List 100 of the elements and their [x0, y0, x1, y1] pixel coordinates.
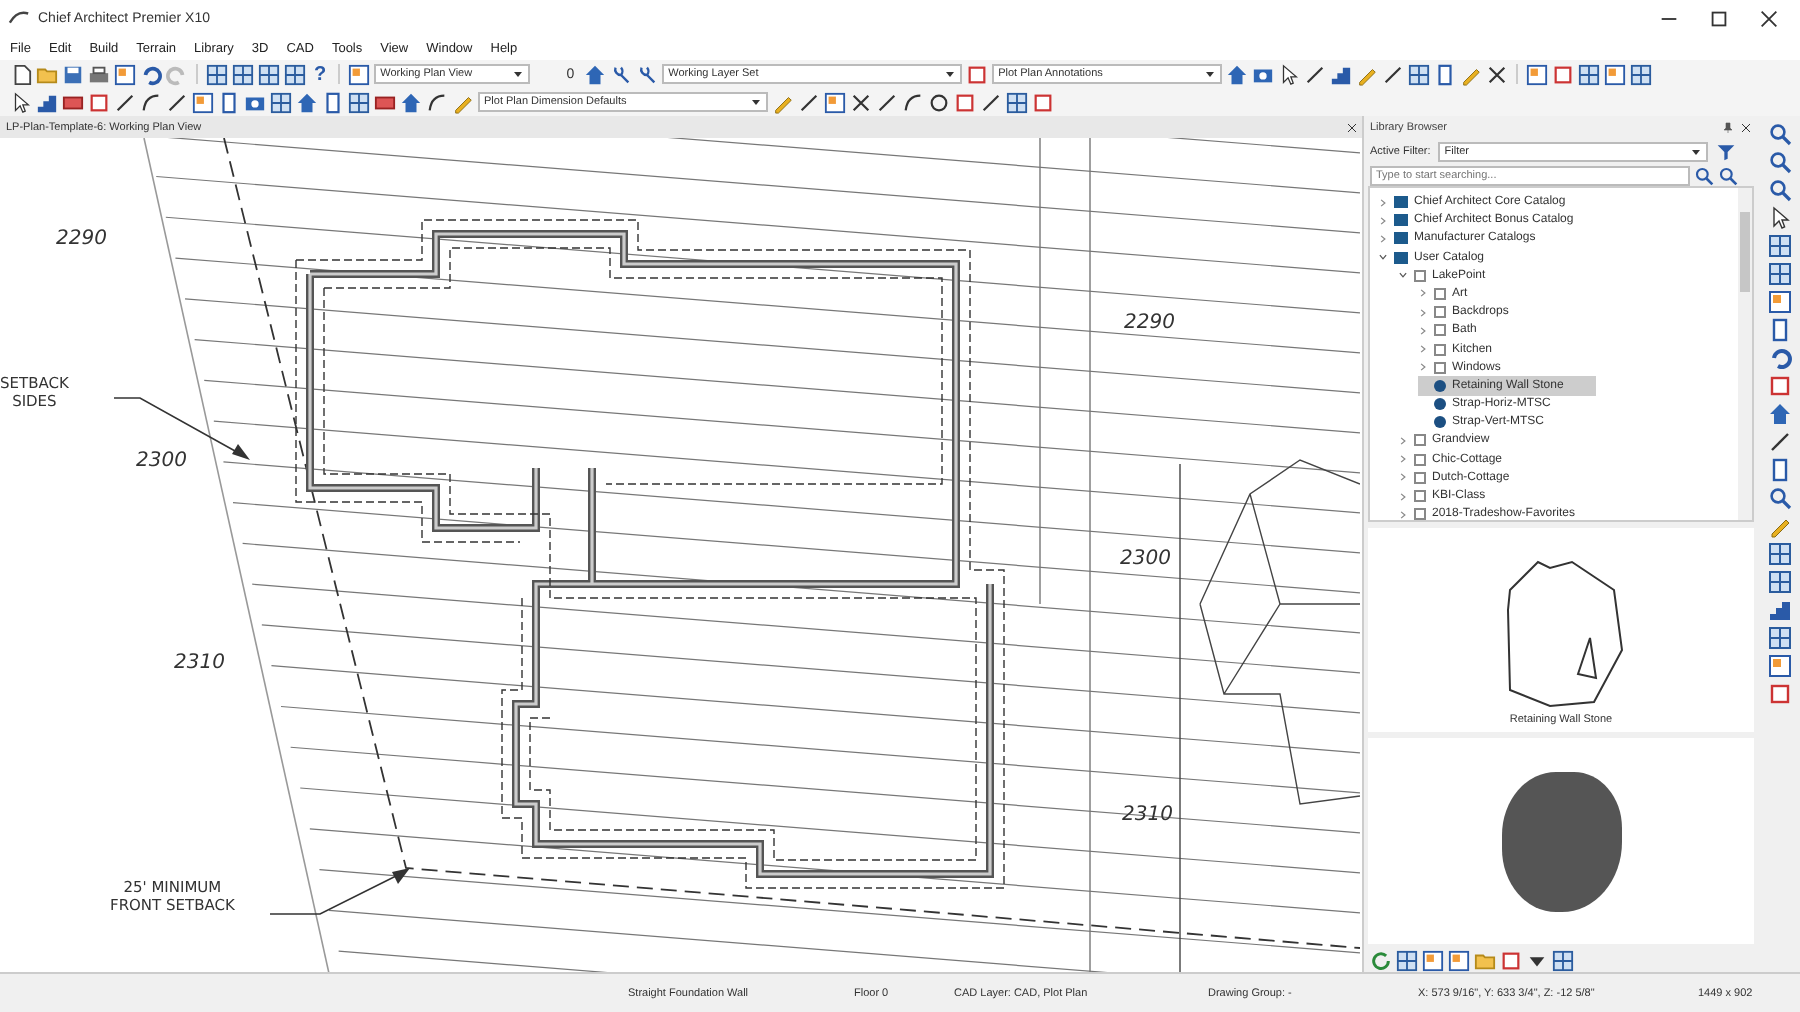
panel-icon[interactable] [192, 91, 214, 113]
search-icon[interactable] [1767, 150, 1791, 174]
grid-icon[interactable] [1767, 626, 1791, 650]
wrench-icon[interactable] [636, 63, 659, 85]
grid-icon[interactable] [206, 63, 228, 85]
line-icon[interactable] [1767, 430, 1791, 454]
search-icon[interactable] [1718, 165, 1738, 186]
search-icon[interactable] [1767, 178, 1791, 202]
grid-icon[interactable] [232, 63, 254, 85]
panel-icon[interactable] [114, 63, 136, 85]
grid-icon[interactable] [1767, 542, 1791, 566]
panel-icon[interactable] [1526, 63, 1549, 85]
grid-icon[interactable] [348, 91, 370, 113]
caret-icon [944, 68, 957, 80]
pointer-icon[interactable] [1767, 206, 1791, 230]
arc-icon[interactable] [140, 91, 162, 113]
grid-icon[interactable] [284, 63, 306, 85]
stone-photo-placeholder [1501, 771, 1621, 912]
logo-icon [8, 7, 30, 29]
square-icon[interactable] [1032, 91, 1054, 113]
square-icon [1414, 471, 1426, 484]
door-icon[interactable] [322, 91, 344, 113]
panel-icon[interactable] [1604, 63, 1627, 85]
square-icon[interactable] [954, 91, 976, 113]
line-icon[interactable] [980, 91, 1002, 113]
house-icon[interactable] [584, 63, 607, 85]
house-icon[interactable] [1226, 63, 1249, 85]
panel-icon[interactable] [1767, 290, 1791, 314]
cross-icon[interactable] [1486, 63, 1509, 85]
panel-icon[interactable] [1422, 949, 1444, 972]
line-icon[interactable] [114, 91, 136, 113]
pin-icon[interactable] [1722, 121, 1734, 134]
leader-line [269, 868, 410, 915]
close-icon[interactable] [1740, 121, 1752, 134]
close-icon[interactable] [1346, 121, 1358, 133]
pointer-icon[interactable] [1278, 63, 1301, 85]
close-icon[interactable] [1758, 7, 1780, 29]
grid-icon[interactable] [1630, 63, 1653, 85]
scroll-thumb[interactable] [1740, 212, 1750, 293]
square-icon[interactable] [1767, 682, 1791, 706]
line-icon[interactable] [798, 91, 820, 113]
pointer-icon[interactable] [10, 91, 32, 113]
wall-icon[interactable] [374, 91, 396, 113]
door-icon[interactable] [1767, 458, 1791, 482]
printer-icon[interactable] [88, 63, 110, 85]
square-icon [1434, 343, 1446, 356]
circle-icon[interactable] [928, 91, 950, 113]
house-icon[interactable] [296, 91, 318, 113]
door-icon[interactable] [1434, 63, 1457, 85]
line-icon[interactable] [166, 91, 188, 113]
line-icon[interactable] [1304, 63, 1327, 85]
wall-icon[interactable] [62, 91, 84, 113]
pencil-icon[interactable] [1767, 514, 1791, 538]
help-button[interactable]: ? [310, 63, 331, 85]
square-icon [1434, 306, 1446, 319]
search-icon[interactable] [1694, 165, 1714, 186]
filter-icon[interactable] [1716, 141, 1737, 162]
panel-icon[interactable] [348, 63, 371, 85]
circle-icon [1434, 416, 1446, 429]
panel-icon[interactable] [1767, 654, 1791, 678]
scrollbar[interactable] [1738, 188, 1752, 521]
floppy-icon[interactable] [62, 63, 84, 85]
refresh-icon[interactable] [1370, 949, 1392, 972]
grid-icon[interactable] [258, 63, 280, 85]
panel-icon[interactable] [1448, 949, 1470, 972]
stairs-icon[interactable] [1767, 598, 1791, 622]
search-icon[interactable] [1767, 486, 1791, 510]
house-icon[interactable] [400, 91, 422, 113]
stairs-icon[interactable] [1330, 63, 1353, 85]
caret-icon [512, 68, 525, 80]
square-icon[interactable] [966, 63, 989, 85]
grid-icon[interactable] [1767, 262, 1791, 286]
arc-icon[interactable] [426, 91, 448, 113]
line-icon[interactable] [876, 91, 898, 113]
grid-icon[interactable] [1578, 63, 1601, 85]
grid-icon[interactable] [1006, 91, 1028, 113]
wrench-icon[interactable] [610, 63, 633, 85]
undo-icon[interactable] [140, 63, 162, 85]
maximize-icon[interactable] [1708, 7, 1730, 29]
grid-icon[interactable] [1767, 570, 1791, 594]
grid-icon[interactable] [1552, 949, 1574, 972]
cross-icon[interactable] [850, 91, 872, 113]
door-icon[interactable] [1767, 318, 1791, 342]
grid-icon[interactable] [1408, 63, 1431, 85]
grid-icon[interactable] [270, 91, 292, 113]
house-icon[interactable] [1767, 402, 1791, 426]
arc-icon[interactable] [902, 91, 924, 113]
square-icon [1414, 453, 1426, 466]
square-icon[interactable] [1500, 949, 1522, 972]
door-icon[interactable] [218, 91, 240, 113]
undo-icon[interactable] [1767, 346, 1791, 370]
grid-icon[interactable] [1767, 234, 1791, 258]
search-icon[interactable] [1767, 122, 1791, 146]
grid-icon[interactable] [1396, 949, 1418, 972]
panel-icon[interactable] [824, 91, 846, 113]
line-icon[interactable] [1382, 63, 1405, 85]
square-icon[interactable] [1552, 63, 1575, 85]
square-icon[interactable] [88, 91, 110, 113]
stairs-icon[interactable] [36, 91, 58, 113]
square-icon[interactable] [1767, 374, 1791, 398]
